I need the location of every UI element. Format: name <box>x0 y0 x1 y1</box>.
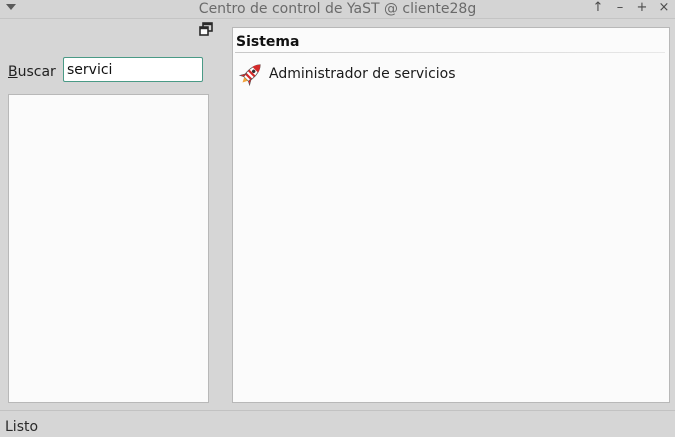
search-label: Buscar <box>8 64 56 80</box>
search-input[interactable] <box>63 57 203 82</box>
category-list[interactable] <box>8 94 209 403</box>
module-label: Administrador de servicios <box>269 66 456 82</box>
keep-above-button[interactable]: ↑ <box>590 0 606 18</box>
minimize-button[interactable]: – <box>612 0 628 18</box>
category-divider <box>235 52 665 53</box>
yast-control-center-window: Centro de control de YaST @ cliente28g ↑… <box>0 0 675 437</box>
status-text: Listo <box>5 419 39 435</box>
title-bar[interactable]: Centro de control de YaST @ cliente28g ↑… <box>0 0 675 19</box>
category-header: Sistema <box>236 34 300 50</box>
rocket-icon <box>238 64 261 87</box>
status-bar: Listo <box>0 410 675 437</box>
module-item-service-manager[interactable]: Administrador de servicios <box>236 58 456 90</box>
close-button[interactable]: × <box>656 0 672 18</box>
window-title: Centro de control de YaST @ cliente28g <box>198 1 477 17</box>
detach-icon[interactable] <box>199 22 213 36</box>
modules-panel: Sistema Administrador de servicios <box>232 27 670 403</box>
maximize-button[interactable]: + <box>634 0 650 18</box>
